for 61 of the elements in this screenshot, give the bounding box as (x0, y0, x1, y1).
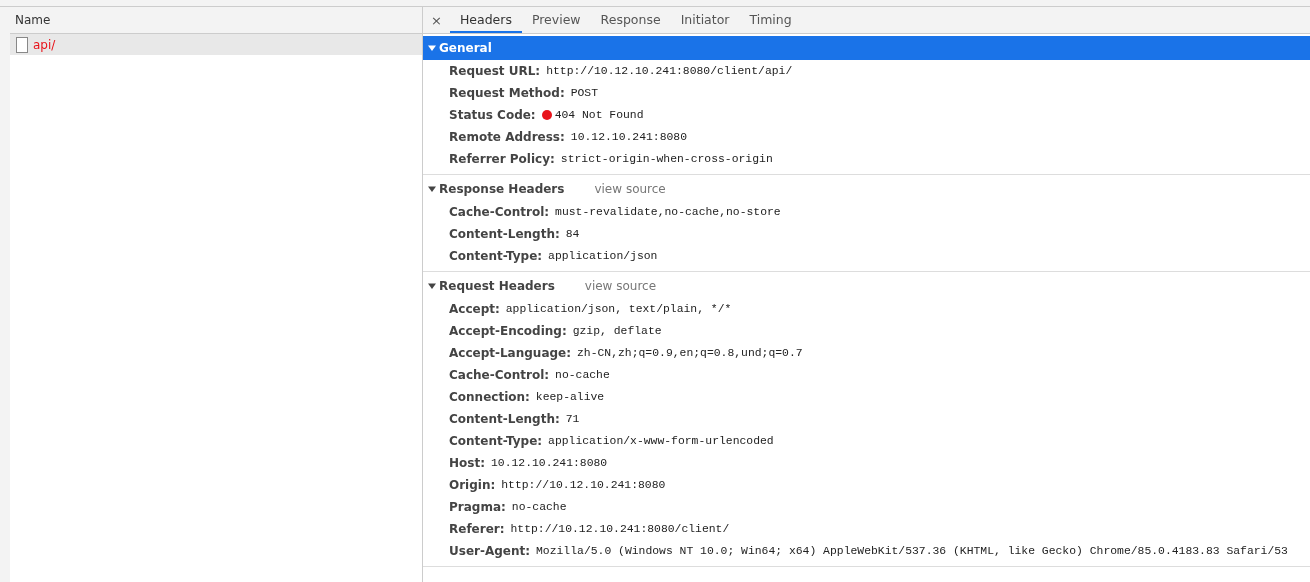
header-name: Accept-Language: (449, 346, 571, 360)
header-value: keep-alive (535, 391, 605, 403)
header-value: no-cache (555, 369, 610, 381)
header-value: no-cache (511, 501, 567, 513)
header-name: Request Method: (449, 86, 565, 100)
header-name: User-Agent: (449, 544, 531, 558)
header-value: 84 (565, 228, 580, 240)
header-value: zh-CN,zh;q=0.9,en;q=0.8,und;q=0.7 (577, 347, 803, 359)
section-header[interactable]: Response Headers view source (423, 177, 1310, 201)
section-title: General (439, 41, 492, 55)
header-value: http://10.12.10.241:8080 (501, 479, 666, 491)
triangle-icon (428, 44, 436, 52)
header-name: Content-Length: (449, 412, 560, 426)
close-icon[interactable]: × (431, 7, 450, 33)
view-source-link[interactable]: view source (594, 182, 666, 196)
tab[interactable]: Headers (449, 7, 522, 33)
header-value: http://10.12.10.241:8080/client/ (510, 523, 730, 535)
header-value: http://10.12.10.241:8080/client/api/ (546, 65, 793, 77)
header-name: Host: (449, 456, 485, 470)
header-name: Accept: (449, 302, 500, 316)
header-value: application/json, text/plain, */* (505, 303, 732, 315)
tab[interactable]: Initiator (670, 7, 740, 33)
header-name: Accept-Encoding: (449, 324, 567, 338)
header-value: must-revalidate,no-cache,no-store (555, 206, 781, 218)
header-name: Cache-Control: (449, 205, 550, 219)
header-name: Content-Length: (449, 227, 560, 241)
header-name: Referrer Policy: (449, 152, 555, 166)
request-name: api/ (33, 37, 56, 52)
section-header[interactable]: Request Headers view source (423, 274, 1310, 298)
header-value: POST (570, 87, 599, 99)
file-icon (16, 36, 28, 53)
header-value: 71 (565, 413, 580, 425)
header-value: 404 Not Found (554, 109, 644, 121)
header-name: Origin: (449, 478, 496, 492)
header-name: Content-Type: (449, 434, 543, 448)
header-name: Pragma: (449, 500, 506, 514)
triangle-icon (428, 185, 436, 193)
header-value: 10.12.10.241:8080 (490, 457, 608, 469)
section-header[interactable]: General (423, 36, 1310, 60)
header-name: Status Code: (449, 108, 536, 122)
header-value: strict-origin-when-cross-origin (560, 153, 773, 165)
header-value: 10.12.10.241:8080 (570, 131, 687, 143)
section-title: Response Headers (439, 182, 565, 196)
tab[interactable]: Preview (521, 7, 591, 33)
header-name: Remote Address: (449, 130, 565, 144)
header-value: Mozilla/5.0 (Windows NT 10.0; Win64; x64) AppleWebKit/537.36 (KHTML, like Gecko) Chrome/85.0.4183.83 Safari/53 (536, 545, 1288, 557)
column-header[interactable]: Name (10, 7, 422, 34)
request-row[interactable]: api/ (10, 34, 422, 55)
tab[interactable]: Response (590, 7, 671, 33)
header-name: Connection: (449, 390, 530, 404)
header-value: application/json (548, 250, 658, 262)
header-name: Cache-Control: (449, 368, 550, 382)
tab[interactable]: Timing (739, 7, 802, 33)
header-name: Request URL: (449, 64, 541, 78)
view-source-link[interactable]: view source (584, 279, 657, 293)
header-name: Content-Type: (449, 249, 543, 263)
header-name: Referer: (449, 522, 505, 536)
triangle-icon (428, 282, 436, 290)
header-value: gzip, deflate (572, 325, 662, 337)
section-title: Request Headers (439, 279, 555, 293)
header-value: application/x-www-form-urlencoded (548, 435, 774, 447)
